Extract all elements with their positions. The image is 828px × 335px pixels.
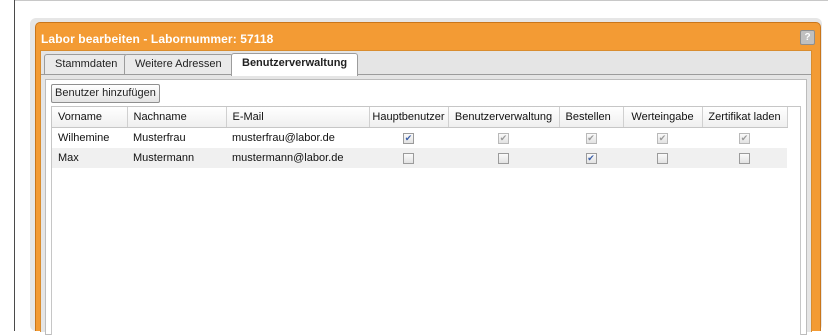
tab-bar: Stammdaten Weitere Adressen Benutzerverw…	[41, 51, 811, 76]
dialog-title: Labor bearbeiten - Labornummer: 57118	[41, 32, 274, 46]
bestellen-checkbox: ✔	[585, 132, 597, 144]
add-user-button[interactable]: Benutzer hinzufügen	[51, 84, 160, 103]
checkmark-icon: ✔	[587, 152, 595, 163]
cell-nachname: Musterfrau	[133, 132, 186, 144]
tab-benutzerverwaltung[interactable]: Benutzerverwaltung	[231, 53, 359, 76]
background-border-left	[14, 0, 15, 331]
cell-benutzerverwaltung: ✔	[448, 128, 559, 149]
cell-benutzerverwaltung	[448, 148, 559, 168]
column-header-werteingabe[interactable]: Werteingabe	[623, 107, 703, 128]
cell-email: mustermann@labor.de	[226, 148, 369, 168]
bestellen-checkbox[interactable]: ✔	[585, 152, 597, 164]
cell-werteingabe: ✔	[623, 128, 702, 149]
cell-vorname: Wilhemine	[58, 132, 110, 144]
user-management-panel: Benutzer hinzufügen Vorname Nachname E-M…	[45, 79, 807, 335]
background-border-top	[14, 0, 828, 1]
hauptbenutzer-checkbox[interactable]: ✔	[403, 132, 414, 144]
column-header-hauptbenutzer[interactable]: Hauptbenutzer	[369, 107, 449, 128]
cell-zertifikat-laden: ✔	[702, 128, 787, 149]
tab-weitere-adressen[interactable]: Weitere Adressen	[124, 54, 233, 74]
cell-bestellen: ✔	[559, 148, 623, 168]
hauptbenutzer-checkbox[interactable]	[403, 152, 414, 164]
column-header-zertifikat-laden[interactable]: Zertifikat laden	[702, 107, 788, 128]
column-header-vorname[interactable]: Vorname	[52, 107, 128, 128]
column-header-bestellen[interactable]: Bestellen	[559, 107, 624, 128]
cell-email: musterfrau@labor.de	[232, 132, 335, 144]
cell-hauptbenutzer	[369, 148, 448, 168]
users-grid: Vorname Nachname E-Mail Hauptbenutzer Be…	[51, 106, 801, 335]
cell-werteingabe	[623, 148, 702, 168]
benutzerverwaltung-checkbox: ✔	[498, 132, 509, 144]
cell-nachname: Mustermann	[127, 148, 226, 168]
help-button[interactable]: ?	[800, 30, 815, 45]
cell-zertifikat-laden	[702, 148, 787, 168]
checkmark-icon: ✔	[404, 132, 413, 143]
cell-vorname: Max	[52, 148, 127, 168]
checkmark-icon: ✔	[499, 132, 508, 143]
benutzerverwaltung-checkbox[interactable]	[498, 152, 509, 164]
table-row[interactable]: Wilhemine Musterfrau musterfrau@labor.de…	[52, 128, 787, 149]
zertifikat-laden-checkbox[interactable]	[739, 152, 750, 164]
dialog-content: Stammdaten Weitere Adressen Benutzerverw…	[40, 50, 812, 335]
column-header-email[interactable]: E-Mail	[226, 107, 370, 128]
table-header-row: Vorname Nachname E-Mail Hauptbenutzer Be…	[52, 107, 788, 128]
edit-lab-dialog: Labor bearbeiten - Labornummer: 57118 ? …	[35, 22, 821, 335]
cell-bestellen: ✔	[559, 128, 623, 149]
checkmark-icon: ✔	[587, 132, 595, 143]
tab-divider	[41, 74, 811, 75]
tab-stammdaten[interactable]: Stammdaten	[44, 54, 129, 74]
table-row[interactable]: Max Mustermann mustermann@labor.de ✔	[52, 148, 787, 168]
column-header-benutzerverwaltung[interactable]: Benutzerverwaltung	[448, 107, 560, 128]
checkmark-icon: ✔	[658, 132, 667, 143]
zertifikat-laden-checkbox: ✔	[739, 132, 750, 144]
checkmark-icon: ✔	[740, 132, 749, 143]
cell-hauptbenutzer: ✔	[369, 128, 448, 149]
werteingabe-checkbox: ✔	[657, 132, 668, 144]
column-header-nachname[interactable]: Nachname	[127, 107, 227, 128]
werteingabe-checkbox[interactable]	[657, 152, 668, 164]
users-table: Vorname Nachname E-Mail Hauptbenutzer Be…	[52, 107, 788, 168]
